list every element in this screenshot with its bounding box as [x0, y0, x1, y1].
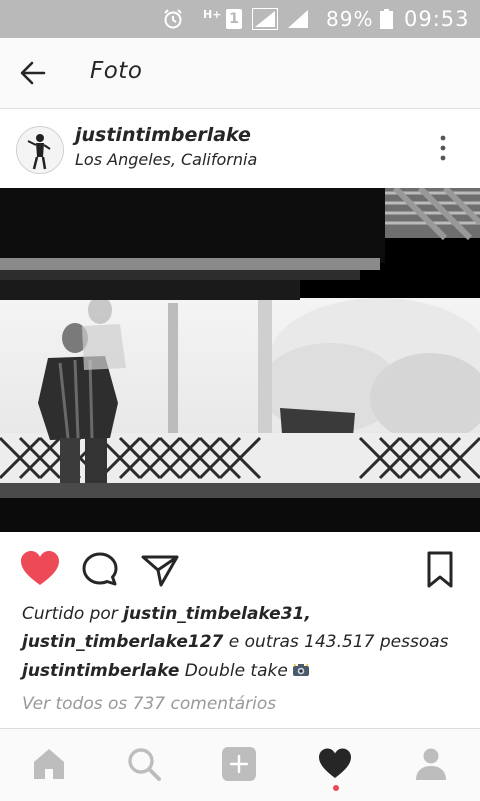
bookmark-icon[interactable]: [420, 550, 460, 590]
avatar[interactable]: [16, 126, 64, 174]
heart-filled-icon[interactable]: [20, 550, 60, 590]
clock-label: 09:53: [404, 7, 470, 31]
avatar-image: [17, 127, 63, 173]
search-icon[interactable]: [127, 747, 161, 781]
comment-icon[interactable]: [80, 550, 120, 590]
profile-icon[interactable]: [414, 747, 448, 781]
alarm-icon: [164, 9, 182, 29]
camera-emoji-icon: [292, 663, 309, 676]
post-caption: justintimberlake Double take: [22, 656, 472, 686]
likes-prefix: Curtido por: [22, 604, 124, 624]
send-icon[interactable]: [140, 550, 180, 590]
bottom-navigation: [0, 728, 480, 801]
post-photo[interactable]: [0, 188, 480, 532]
activity-notification-dot: [333, 785, 339, 791]
photo-image: [0, 188, 480, 532]
likes-summary-continued[interactable]: justin_timberlake127 e outras 143.517 pe…: [22, 628, 472, 656]
post-location[interactable]: Los Angeles, California: [75, 150, 257, 169]
battery-percent-label: 89%: [326, 7, 374, 31]
likes-suffix: e outras 143.517 pessoas: [223, 632, 449, 652]
caption-username[interactable]: justintimberlake: [22, 661, 179, 681]
heart-icon[interactable]: [318, 747, 352, 781]
liker-username[interactable]: justin_timberlake127: [22, 632, 223, 652]
post-details: Curtido por justin_timbelake31, justin_t…: [22, 600, 472, 686]
post-username[interactable]: justintimberlake: [75, 124, 251, 146]
signal-icon: [252, 8, 278, 30]
home-icon[interactable]: [32, 747, 66, 781]
view-all-comments-link[interactable]: Ver todos os 737 comentários: [22, 694, 276, 714]
status-bar: H+ 1 89% 09:53: [0, 0, 480, 38]
post-header: justintimberlake Los Angeles, California: [0, 110, 480, 188]
likes-summary[interactable]: Curtido por justin_timbelake31,: [22, 600, 472, 628]
page-title: Foto: [90, 58, 143, 84]
sim-slot-badge: 1: [226, 9, 242, 29]
liker-username[interactable]: justin_timbelake31,: [123, 604, 311, 624]
vertical-ellipsis-icon[interactable]: [432, 134, 454, 162]
app-header: Foto: [0, 38, 480, 109]
battery-icon: [380, 9, 393, 29]
signal-icon: [288, 10, 308, 28]
add-icon[interactable]: [222, 747, 256, 781]
arrow-left-icon[interactable]: [18, 58, 48, 88]
caption-text: Double take: [179, 661, 288, 681]
post-actions: [0, 532, 480, 602]
